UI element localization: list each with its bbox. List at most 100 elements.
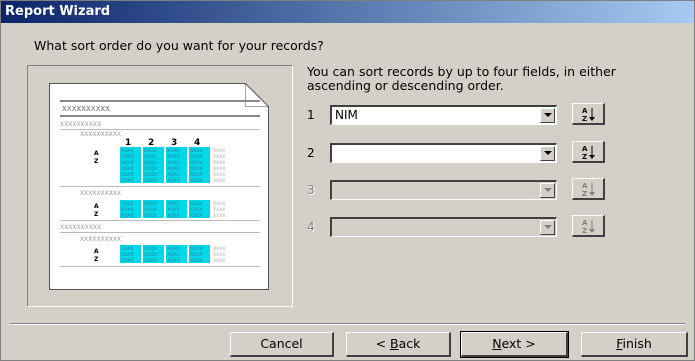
sort-field-2-combo[interactable] [330, 143, 557, 163]
preview-cell-placeholder: XXXX [144, 201, 156, 207]
sort-order-toggle-2[interactable]: A Z [572, 141, 605, 163]
preview-cell-placeholder: XXXX [167, 213, 179, 219]
preview-cell-placeholder: XXXX [121, 178, 133, 184]
sort-ascending-icon: A Z [582, 182, 595, 197]
preview-cell-placeholder: XXXX [213, 246, 225, 252]
preview-cell-placeholder: XXXX [190, 148, 202, 154]
dropdown-arrow-icon[interactable] [540, 146, 555, 161]
preview-rule [60, 129, 260, 130]
sort-field-2-number: 2 [307, 146, 315, 160]
sort-field-4-number: 4 [307, 220, 315, 234]
preview-cell-placeholder: XXXX [213, 160, 225, 166]
cancel-button[interactable]: Cancel [230, 332, 334, 357]
preview-sort-letter: A [94, 248, 99, 255]
dropdown-arrow-icon[interactable] [540, 183, 555, 198]
sort-field-1-value: NIM [335, 108, 358, 122]
preview-cell-placeholder: XXXX [144, 172, 156, 178]
preview-cell-placeholder: XXXX [144, 148, 156, 154]
preview-cell-placeholder: XXXX [213, 172, 225, 178]
preview-cell-placeholder: XXXX [213, 207, 225, 213]
preview-cell-placeholder: XXXX [167, 207, 179, 213]
preview-cell-placeholder: XXXX [213, 258, 225, 264]
preview-cell-placeholder: XXXX [121, 154, 133, 160]
preview-sort-letter: Z [94, 211, 99, 218]
preview-cell-placeholder: XXXX [167, 148, 179, 154]
preview-cell-placeholder: XXXX [213, 201, 225, 207]
preview-cell-placeholder: XXXX [167, 166, 179, 172]
preview-cell-placeholder: XXXX [213, 252, 225, 258]
next-button-label: ext > [501, 336, 536, 351]
preview-group-placeholder: XXXXXXXXXX [80, 131, 121, 138]
preview-cell-placeholder: XXXX [190, 178, 202, 184]
preview-cell-placeholder: XXXX [121, 252, 133, 258]
sort-ascending-icon: A Z [582, 145, 595, 160]
sort-field-3-combo[interactable] [330, 180, 557, 200]
sort-question: What sort order do you want for your rec… [34, 38, 324, 53]
preview-cell-placeholder: XXXX [167, 154, 179, 160]
preview-cell-placeholder: XXXX [144, 213, 156, 219]
preview-sort-letter: A [94, 203, 99, 210]
preview-cell-placeholder: XXXX [121, 213, 133, 219]
preview-cell-placeholder: XXXX [190, 166, 202, 172]
preview-cell-placeholder: XXXX [190, 252, 202, 258]
preview-cell-placeholder: XXXX [144, 246, 156, 252]
title-bar[interactable]: Report Wizard [1, 1, 694, 23]
preview-cell-placeholder: XXXX [190, 207, 202, 213]
preview-column-number: 3 [171, 138, 177, 148]
preview-column-number: 1 [125, 138, 131, 148]
preview-column-number: 2 [148, 138, 154, 148]
back-button[interactable]: < Back [346, 332, 451, 357]
preview-cell-placeholder: XXXX [190, 201, 202, 207]
dropdown-arrow-icon[interactable] [540, 220, 555, 235]
preview-cell-placeholder: XXXX [167, 178, 179, 184]
finish-button-label: inish [622, 336, 652, 351]
preview-group-placeholder: XXXXXXXXXX [60, 121, 101, 128]
report-preview-drawing: XXXXXXXXXXXXXXXXXXXXXXXXXXXXXX1 2 3 4AZXXXX… [60, 100, 260, 267]
sort-field-1-number: 1 [307, 108, 315, 122]
preview-cell-placeholder: XXXX [190, 160, 202, 166]
finish-button[interactable]: Finish [581, 332, 688, 357]
preview-cell-placeholder: XXXX [190, 154, 202, 160]
window-title: Report Wizard [5, 4, 111, 19]
svg-text:A: A [582, 182, 588, 190]
preview-column-number: 4 [194, 138, 200, 148]
preview-sort-letter: A [94, 150, 99, 157]
preview-cell-placeholder: XXXX [144, 154, 156, 160]
report-preview-page: XXXXXXXXXX XXXXXXXXXX XXXXXXXXXX 1 2 3 4 A Z XXXX… [49, 83, 269, 290]
sort-field-4-combo[interactable] [330, 217, 557, 237]
preview-rule [60, 266, 260, 267]
sort-description: You can sort records by up to four field… [307, 64, 616, 93]
sort-order-toggle-1[interactable]: A Z [572, 103, 605, 125]
preview-cell-placeholder: XXXX [121, 172, 133, 178]
preview-cell-placeholder: XXXX [144, 207, 156, 213]
preview-cell-placeholder: XXXX [121, 258, 133, 264]
preview-cell-placeholder: XXXX [213, 148, 225, 154]
preview-cell-placeholder: XXXX [144, 252, 156, 258]
preview-rule [60, 220, 260, 221]
preview-cell-placeholder: XXXX [190, 246, 202, 252]
svg-text:Z: Z [582, 153, 587, 160]
preview-cell-placeholder: XXXX [121, 160, 133, 166]
svg-text:A: A [582, 107, 588, 115]
preview-cell-placeholder: XXXX [144, 166, 156, 172]
preview-group-placeholder: XXXXXXXXXX [60, 224, 101, 231]
dropdown-arrow-icon[interactable] [540, 108, 555, 123]
preview-sort-letter: Z [94, 158, 99, 165]
report-wizard-window: Report Wizard What sort order do you wan… [0, 0, 695, 361]
preview-cell-placeholder: XXXX [190, 172, 202, 178]
preview-cell-placeholder: XXXX [167, 201, 179, 207]
sort-order-toggle-3[interactable]: A Z [572, 178, 605, 200]
preview-rule [60, 186, 260, 187]
footer-separator [10, 323, 685, 325]
preview-cell-placeholder: XXXX [121, 201, 133, 207]
sort-field-1-combo[interactable]: NIM [330, 105, 557, 125]
preview-group-placeholder: XXXXXXXXXX [80, 236, 121, 243]
preview-cell-placeholder: XXXX [190, 213, 202, 219]
back-button-mnemonic: B [390, 336, 399, 351]
preview-cell-placeholder: XXXX [144, 160, 156, 166]
next-button[interactable]: Next > [460, 331, 569, 358]
sort-order-toggle-4[interactable]: A Z [572, 215, 605, 237]
preview-cell-placeholder: XXXX [121, 246, 133, 252]
sort-ascending-icon: A Z [582, 107, 595, 122]
sort-ascending-icon: A Z [582, 219, 595, 234]
